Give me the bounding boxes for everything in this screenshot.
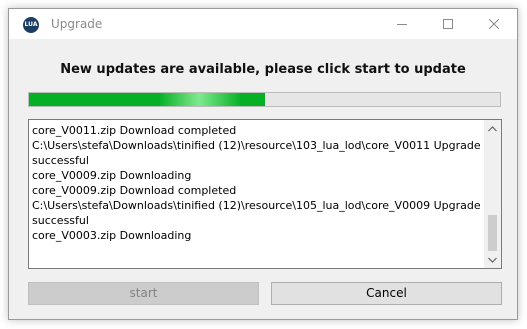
log-line: core_V0009.zip Download completed: [32, 184, 237, 197]
chevron-down-icon: [488, 257, 497, 263]
minimize-icon: [397, 24, 407, 25]
start-button[interactable]: start: [28, 282, 259, 305]
maximize-icon: [443, 19, 453, 29]
log-textarea[interactable]: core_V0011.zip Download completed C:\User…: [28, 119, 502, 269]
log-line: core_V0009.zip Downloading: [32, 169, 192, 182]
log-line: C:\Users\stefa\Downloads\tinified (12)\r…: [32, 139, 485, 167]
scroll-down-button[interactable]: [484, 251, 501, 268]
title-bar[interactable]: LUA Upgrade: [9, 9, 517, 39]
close-icon: [489, 19, 499, 29]
app-logo-icon: LUA: [23, 17, 39, 33]
update-message: New updates are available, please click …: [60, 62, 466, 77]
log-text: core_V0011.zip Download completed C:\User…: [32, 123, 482, 243]
log-line: core_V0003.zip Downloading: [32, 229, 192, 242]
maximize-button[interactable]: [425, 9, 471, 39]
vertical-scrollbar[interactable]: [484, 120, 501, 268]
minimize-button[interactable]: [379, 9, 425, 39]
progress-bar: [28, 92, 501, 107]
log-line: core_V0011.zip Download completed: [32, 124, 237, 137]
progress-fill: [29, 93, 265, 106]
cancel-button[interactable]: Cancel: [271, 282, 502, 305]
scroll-up-button[interactable]: [484, 120, 501, 137]
upgrade-dialog: LUA Upgrade New updates are available, p…: [8, 8, 518, 320]
scroll-thumb[interactable]: [488, 215, 497, 251]
close-button[interactable]: [471, 9, 517, 39]
window-title: Upgrade: [51, 17, 103, 31]
log-line: C:\Users\stefa\Downloads\tinified (12)\r…: [32, 199, 485, 227]
chevron-up-icon: [488, 125, 497, 131]
